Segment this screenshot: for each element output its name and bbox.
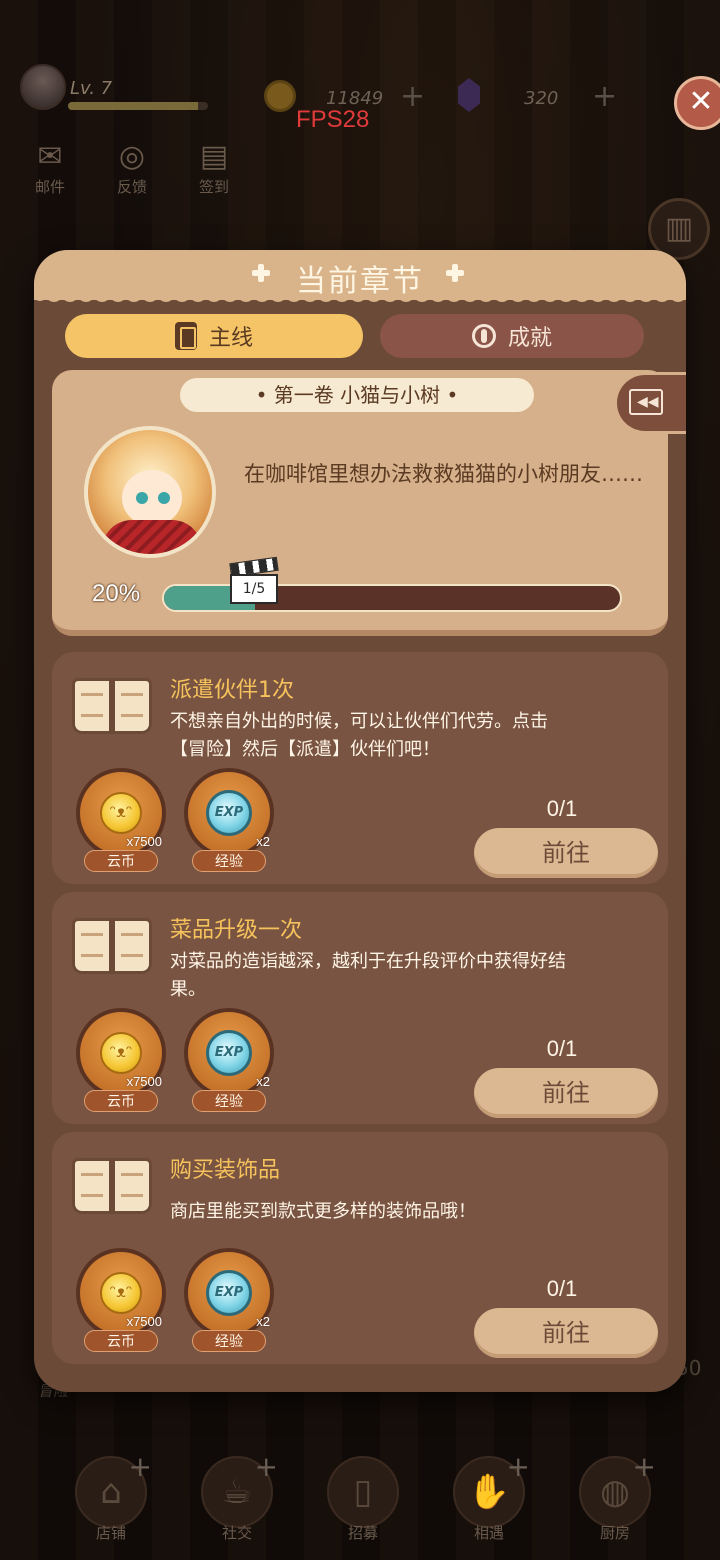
- checkin-icon: ▤: [199, 139, 229, 174]
- reward-quantity: x7500: [126, 834, 162, 849]
- fps-counter: FPS28: [296, 106, 370, 133]
- task-description: 商店里能买到款式更多样的装饰品哦！: [170, 1201, 476, 1222]
- cat-coin-icon: ᵔᴥᵔ: [100, 1272, 142, 1314]
- exp-icon: EXP: [206, 790, 252, 836]
- reward-exp[interactable]: EXP x2 经验: [184, 1248, 274, 1352]
- player-avatar[interactable]: [20, 64, 66, 110]
- task-progress: 0/1: [546, 796, 578, 821]
- mail-label: 邮件: [34, 178, 65, 196]
- goto-button[interactable]: 前往: [474, 1308, 658, 1358]
- nav-encounter-label: 相遇: [473, 1524, 504, 1542]
- task-title: 派遣伙伴1次: [170, 678, 294, 703]
- mail-button[interactable]: ✉ 邮件: [26, 138, 74, 197]
- cat-coin-icon: ᵔᴥᵔ: [100, 1032, 142, 1074]
- reward-quantity: x2: [256, 834, 270, 849]
- scallop-edge: [34, 294, 686, 302]
- book-icon: ▥: [664, 211, 694, 246]
- open-book-icon: [72, 1158, 154, 1220]
- nav-encounter[interactable]: ✋ + 相遇: [444, 1450, 534, 1543]
- task-description: 对菜品的造诣越深，越利于在升段评价中获得好结果。: [170, 951, 566, 1000]
- sparkle-icon: [446, 264, 464, 282]
- replay-button[interactable]: ◀◀: [614, 372, 686, 434]
- checkin-button[interactable]: ▤ 签到: [190, 138, 238, 197]
- reward-name: 云币: [84, 1090, 158, 1112]
- tab-main-story[interactable]: 主线: [65, 314, 363, 358]
- mail-icon: ✉: [37, 139, 63, 174]
- nav-shop[interactable]: ⌂ + 店铺: [66, 1450, 156, 1543]
- close-button[interactable]: ✕: [674, 76, 720, 130]
- chapter-card: • 第一卷 小猫与小树 • 在咖啡馆里想办法救救猫猫的小树朋友…… 20% 1/…: [52, 370, 668, 636]
- reward-name: 经验: [192, 850, 266, 872]
- plus-icon: +: [128, 1450, 152, 1483]
- rewind-icon: ◀◀: [637, 394, 659, 410]
- task-progress: 0/1: [546, 1036, 578, 1061]
- reward-exp[interactable]: EXP x2 经验: [184, 768, 274, 872]
- progress-percent: 20%: [92, 580, 141, 607]
- chapter-panel: 当前章节 主线 成就 • 第一卷 小猫与小树 • 在咖啡馆里想办法救救猫猫的小树…: [34, 250, 686, 1392]
- progress-count: 1/5: [230, 574, 278, 604]
- reward-name: 云币: [84, 850, 158, 872]
- open-book-icon: [72, 918, 154, 980]
- plus-icon: +: [506, 1450, 530, 1483]
- task-description: 不想亲自外出的时候，可以让伙伴们代劳。点击【冒险】然后【派遣】伙伴们吧！: [170, 711, 548, 760]
- goto-button[interactable]: 前往: [474, 1068, 658, 1118]
- feedback-icon: ◎: [118, 139, 146, 174]
- add-gems-button[interactable]: +: [592, 82, 617, 112]
- task-card: 菜品升级一次 对菜品的造诣越深，越利于在升段评价中获得好结果。 ᵔᴥᵔ x750…: [52, 892, 668, 1124]
- scroll-icon: [174, 322, 197, 350]
- reward-coins[interactable]: ᵔᴥᵔ x7500 云币: [76, 768, 166, 872]
- nav-recruit[interactable]: ▯ 招募: [318, 1450, 408, 1543]
- plus-icon: +: [254, 1450, 278, 1483]
- coin-icon: [264, 80, 296, 112]
- cat-coin-icon: ᵔᴥᵔ: [100, 792, 142, 834]
- goto-button[interactable]: 前往: [474, 828, 658, 878]
- task-title: 购买装饰品: [170, 1158, 281, 1183]
- xp-bar: [68, 102, 208, 110]
- plus-icon: +: [632, 1450, 656, 1483]
- task-title: 菜品升级一次: [170, 918, 303, 943]
- reward-coins[interactable]: ᵔᴥᵔ x7500 云币: [76, 1008, 166, 1112]
- reward-quantity: x7500: [126, 1074, 162, 1089]
- exp-icon: EXP: [206, 1270, 252, 1316]
- reward-exp[interactable]: EXP x2 经验: [184, 1008, 274, 1112]
- open-book-icon: [72, 678, 154, 740]
- feedback-label: 反馈: [116, 178, 147, 196]
- reward-quantity: x2: [256, 1074, 270, 1089]
- chapter-description: 在咖啡馆里想办法救救猫猫的小树朋友……: [244, 462, 643, 486]
- nav-kitchen[interactable]: ◍ + 厨房: [570, 1450, 660, 1543]
- reward-name: 经验: [192, 1090, 266, 1112]
- reward-name: 云币: [84, 1330, 158, 1352]
- checkin-label: 签到: [198, 178, 229, 196]
- gem-amount: 320: [524, 88, 559, 109]
- nav-recruit-label: 招募: [347, 1524, 378, 1542]
- player-level: Lv. 7: [70, 78, 113, 99]
- add-coins-button[interactable]: +: [400, 82, 425, 112]
- nav-shop-label: 店铺: [95, 1524, 126, 1542]
- gem-icon: [458, 78, 480, 112]
- reward-coins[interactable]: ᵔᴥᵔ x7500 云币: [76, 1248, 166, 1352]
- task-card: 购买装饰品 商店里能买到款式更多样的装饰品哦！ ᵔᴥᵔ x7500 云币 EXP…: [52, 1132, 668, 1364]
- nav-social-label: 社交: [221, 1524, 252, 1542]
- character-portrait: [84, 426, 216, 558]
- tab-main-story-label: 主线: [208, 326, 253, 351]
- volume-title: • 第一卷 小猫与小树 •: [180, 378, 534, 412]
- reward-quantity: x7500: [126, 1314, 162, 1329]
- clapperboard-icon: 1/5: [229, 556, 279, 612]
- task-progress: 0/1: [546, 1276, 578, 1301]
- tab-achievements-label: 成就: [507, 326, 552, 351]
- medal-icon: [471, 324, 496, 348]
- task-card: 派遣伙伴1次 不想亲自外出的时候，可以让伙伴们代劳。点击【冒险】然后【派遣】伙伴…: [52, 652, 668, 884]
- exp-icon: EXP: [206, 1030, 252, 1076]
- recruit-icon: ▯: [327, 1456, 399, 1528]
- reward-name: 经验: [192, 1330, 266, 1352]
- panel-header: 当前章节: [34, 250, 686, 300]
- nav-social[interactable]: ☕ + 社交: [192, 1450, 282, 1543]
- reward-quantity: x2: [256, 1314, 270, 1329]
- tab-achievements[interactable]: 成就: [380, 314, 644, 358]
- feedback-button[interactable]: ◎ 反馈: [108, 138, 156, 197]
- nav-kitchen-label: 厨房: [599, 1524, 630, 1542]
- bottom-nav: ⌂ + 店铺 ☕ + 社交 ▯ 招募 ✋ + 相遇 ◍ + 厨房: [0, 1450, 720, 1560]
- side-icon-row: ✉ 邮件 ◎ 反馈 ▤ 签到: [26, 138, 238, 197]
